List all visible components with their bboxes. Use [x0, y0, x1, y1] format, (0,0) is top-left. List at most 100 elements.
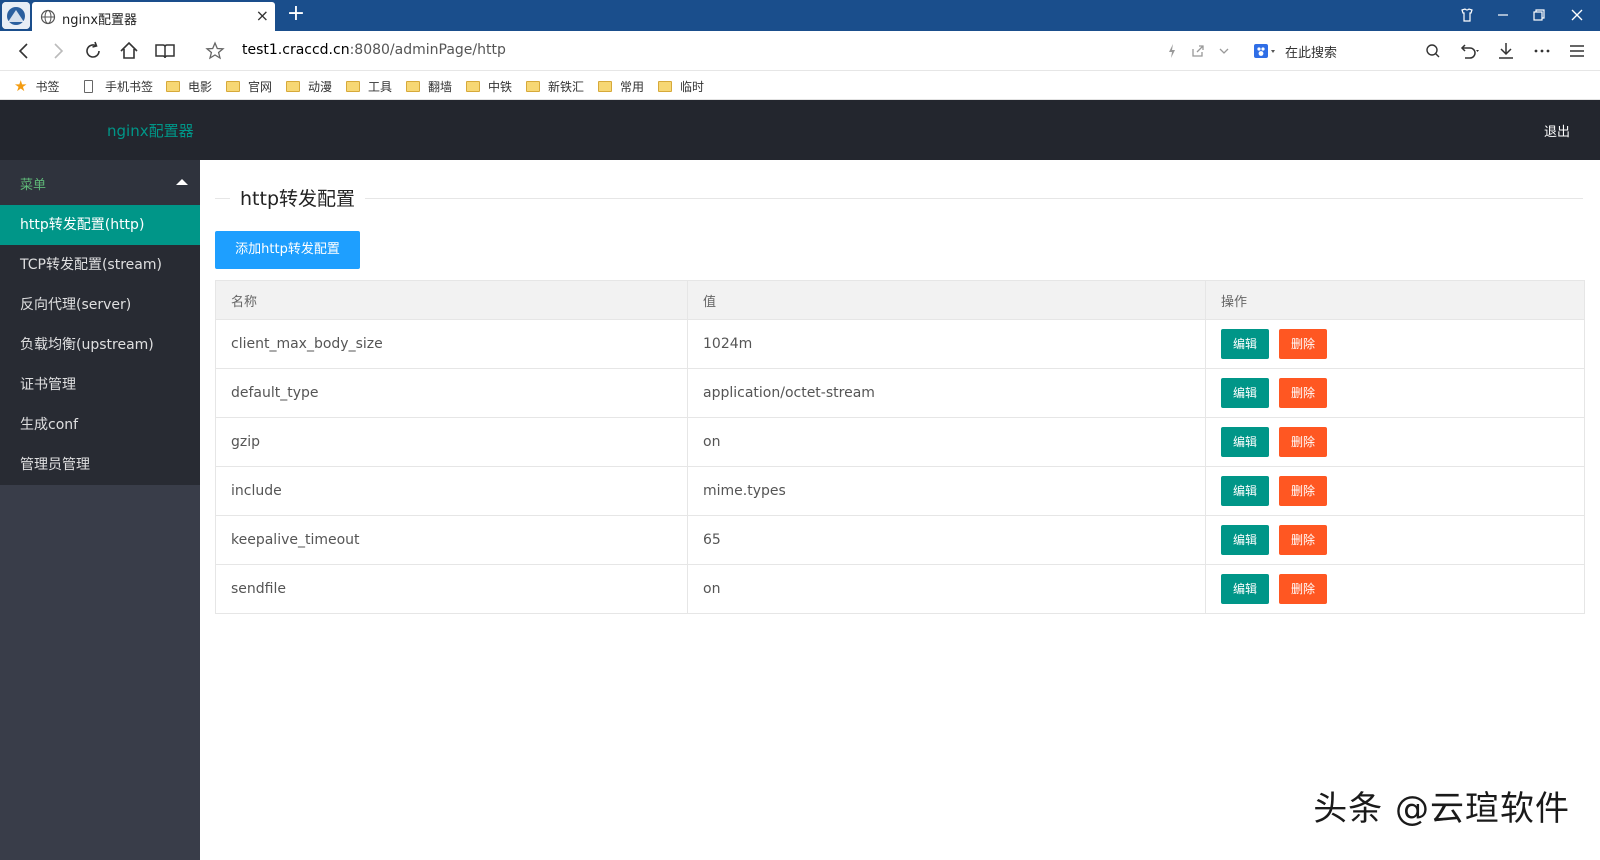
add-http-config-button[interactable]: 添加http转发配置 — [215, 231, 360, 269]
bookmark-item[interactable]: 中铁 — [466, 77, 512, 95]
sidebar-item-stream[interactable]: TCP转发配置(stream) — [0, 245, 200, 285]
folder-icon — [166, 80, 180, 92]
url-path: :8080/adminPage/http — [349, 42, 506, 58]
app-header: nginx配置器 退出 — [0, 100, 1600, 160]
cell-value: 1024m — [687, 319, 1206, 369]
column-header-name: 名称 — [215, 280, 688, 320]
cell-name: include — [215, 466, 688, 516]
cell-actions: 编辑 删除 — [1205, 368, 1585, 418]
bookmark-item[interactable]: 官网 — [226, 77, 272, 95]
cell-actions: 编辑 删除 — [1205, 564, 1585, 614]
sidebar-item-conf[interactable]: 生成conf — [0, 405, 200, 445]
sidebar-item-http[interactable]: http转发配置(http) — [0, 205, 200, 245]
cell-value: on — [687, 417, 1206, 467]
column-header-actions: 操作 — [1205, 280, 1585, 320]
caret-up-icon — [176, 179, 188, 185]
sidebar-item-server[interactable]: 反向代理(server) — [0, 285, 200, 325]
sidebar-item-upstream[interactable]: 负载均衡(upstream) — [0, 325, 200, 365]
delete-button[interactable]: 删除 — [1279, 525, 1328, 555]
folder-icon — [346, 80, 360, 92]
table-row: include mime.types 编辑 删除 — [215, 466, 1585, 516]
cell-name: default_type — [215, 368, 688, 418]
restore-icon[interactable] — [1524, 4, 1554, 26]
search-icon[interactable] — [1421, 39, 1445, 63]
delete-button[interactable]: 删除 — [1279, 476, 1328, 506]
menu-header[interactable]: 菜单 — [0, 160, 200, 205]
back-icon[interactable] — [12, 39, 36, 63]
search-input[interactable]: 在此搜索 — [1285, 42, 1337, 61]
delete-button[interactable]: 删除 — [1279, 378, 1328, 408]
table-row: client_max_body_size 1024m 编辑 删除 — [215, 319, 1585, 369]
menu-icon[interactable] — [1565, 39, 1589, 63]
folder-icon — [406, 80, 420, 92]
reading-mode-icon[interactable] — [153, 39, 177, 63]
cell-actions: 编辑 删除 — [1205, 515, 1585, 565]
menu-list: http转发配置(http) TCP转发配置(stream) 反向代理(serv… — [0, 205, 200, 485]
close-window-icon[interactable] — [1562, 4, 1592, 26]
bookmark-item[interactable]: 电影 — [166, 77, 212, 95]
phone-icon — [84, 79, 93, 93]
bookmark-item[interactable]: 手机书签 — [84, 77, 153, 95]
bookmarks-bar: ★ 书签 手机书签 电影 官网 动漫 工具 翻墙 中铁 新铁汇 常用 临时 — [0, 71, 1600, 100]
watermark: 头条 @云瑄软件 — [1313, 789, 1570, 829]
edit-button[interactable]: 编辑 — [1221, 525, 1270, 555]
page-title: http转发配置 — [230, 184, 366, 211]
dropdown-chevron-icon[interactable] — [1212, 39, 1236, 63]
folder-icon — [526, 80, 540, 92]
minimize-icon[interactable] — [1488, 4, 1518, 26]
browser-tab-strip: nginx配置器 × + — [0, 0, 1600, 31]
sidebar-item-cert[interactable]: 证书管理 — [0, 365, 200, 405]
address-bar[interactable]: test1.craccd.cn:8080/adminPage/http — [242, 42, 506, 58]
cell-value: application/octet-stream — [687, 368, 1206, 418]
new-tab-icon[interactable]: + — [283, 2, 309, 28]
sidebar-item-admin[interactable]: 管理员管理 — [0, 445, 200, 485]
cell-value: mime.types — [687, 466, 1206, 516]
sidebar: 菜单 http转发配置(http) TCP转发配置(stream) 反向代理(s… — [0, 160, 200, 860]
table-row: keepalive_timeout 65 编辑 删除 — [215, 515, 1585, 565]
cell-name: gzip — [215, 417, 688, 467]
menu-title: 菜单 — [20, 178, 47, 193]
bookmark-item[interactable]: 临时 — [658, 77, 704, 95]
browser-navbar: test1.craccd.cn:8080/adminPage/http 在此搜索 — [0, 31, 1600, 71]
bookmark-item[interactable]: 动漫 — [286, 77, 332, 95]
edit-button[interactable]: 编辑 — [1221, 574, 1270, 604]
bookmark-star-icon[interactable] — [203, 39, 227, 63]
bookmark-item[interactable]: ★ 书签 — [14, 77, 59, 95]
star-icon: ★ — [14, 77, 28, 95]
table-row: default_type application/octet-stream 编辑… — [215, 368, 1585, 418]
bookmark-item[interactable]: 常用 — [598, 77, 644, 95]
search-box[interactable]: 在此搜索 — [1253, 38, 1439, 64]
section-divider — [215, 198, 1583, 199]
skin-icon[interactable] — [1452, 4, 1482, 26]
globe-icon — [40, 9, 56, 25]
cell-name: sendfile — [215, 564, 688, 614]
edit-button[interactable]: 编辑 — [1221, 378, 1270, 408]
cell-actions: 编辑 删除 — [1205, 466, 1585, 516]
bookmark-item[interactable]: 新铁汇 — [526, 77, 584, 95]
url-host: test1.craccd.cn — [242, 42, 350, 58]
edit-button[interactable]: 编辑 — [1221, 427, 1270, 457]
cell-name: client_max_body_size — [215, 319, 688, 369]
app-brand[interactable]: nginx配置器 — [107, 120, 194, 141]
bookmark-item[interactable]: 翻墙 — [406, 77, 452, 95]
browser-tab-active[interactable]: nginx配置器 × — [32, 2, 275, 31]
edit-button[interactable]: 编辑 — [1221, 476, 1270, 506]
download-icon[interactable] — [1494, 39, 1518, 63]
lightning-icon[interactable] — [1160, 39, 1184, 63]
reload-icon[interactable] — [81, 39, 105, 63]
browser-logo-icon[interactable] — [2, 2, 30, 29]
tab-title: nginx配置器 — [62, 13, 138, 28]
delete-button[interactable]: 删除 — [1279, 574, 1328, 604]
delete-button[interactable]: 删除 — [1279, 427, 1328, 457]
more-icon[interactable] — [1530, 39, 1554, 63]
tab-close-icon[interactable]: × — [256, 6, 269, 26]
folder-icon — [658, 80, 672, 92]
home-icon[interactable] — [117, 39, 141, 63]
logout-link[interactable]: 退出 — [1544, 121, 1570, 140]
undo-icon[interactable] — [1456, 39, 1480, 63]
forward-icon[interactable] — [46, 39, 70, 63]
bookmark-item[interactable]: 工具 — [346, 77, 392, 95]
delete-button[interactable]: 删除 — [1279, 329, 1328, 359]
edit-button[interactable]: 编辑 — [1221, 329, 1270, 359]
share-icon[interactable] — [1186, 39, 1210, 63]
